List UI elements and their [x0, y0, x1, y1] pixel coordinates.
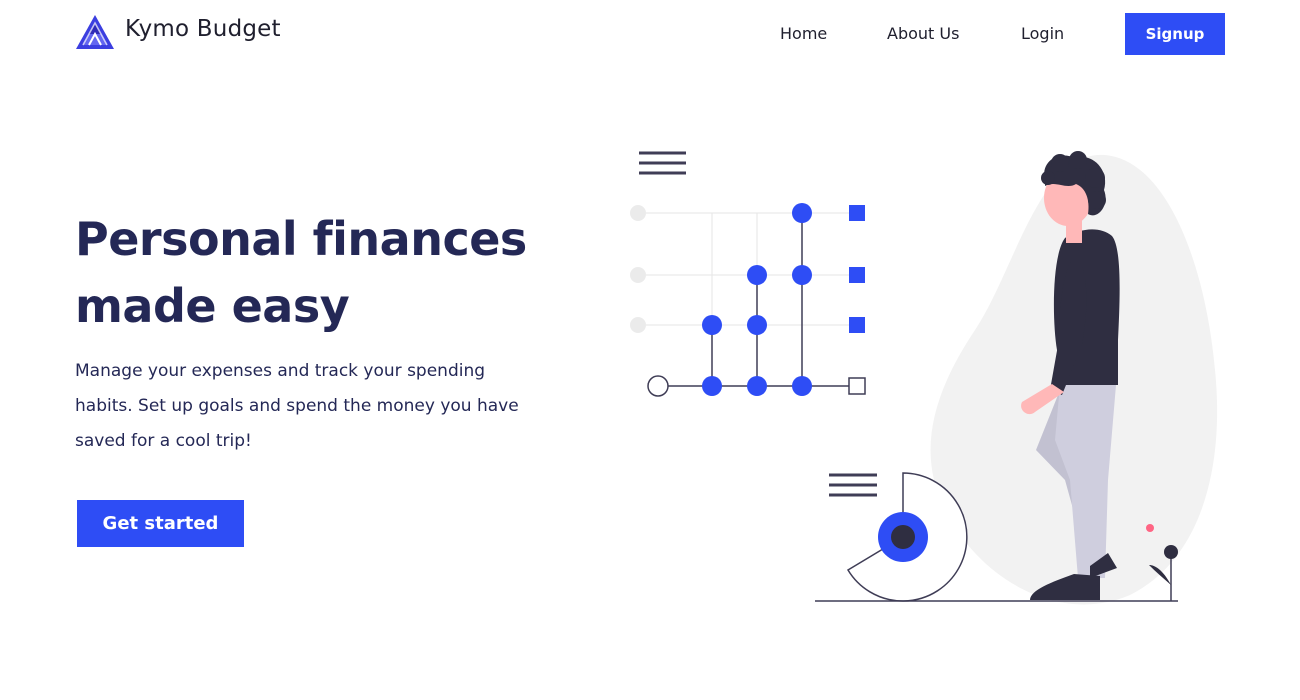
nav-login-link[interactable]: Login — [1021, 24, 1064, 44]
menu-lines-icon-top — [639, 151, 686, 175]
signup-button[interactable]: Signup — [1125, 13, 1225, 55]
nav-about-link[interactable]: About Us — [887, 24, 959, 44]
person-with-charts-illustration — [630, 151, 1218, 605]
nav-home-link[interactable]: Home — [780, 24, 827, 44]
brand-name: Kymo Budget — [125, 15, 281, 42]
hero-title-line1: Personal finances — [75, 212, 527, 266]
hero-title: Personal finances made easy — [75, 206, 595, 340]
brand-link[interactable]: Kymo Budget — [75, 14, 281, 50]
chart-grid — [638, 212, 857, 386]
triangle-logo-icon — [76, 15, 114, 49]
get-started-button[interactable]: Get started — [77, 500, 244, 547]
chart-grey-dots — [630, 205, 646, 333]
hero-title-line2: made easy — [75, 279, 350, 333]
hero-description: Manage your expenses and track your spen… — [75, 361, 519, 451]
chart-blue-squares — [849, 205, 865, 333]
landing-page: Kymo Budget Home About Us Login Signup P… — [0, 0, 1300, 700]
site-header: Kymo Budget Home About Us Login Signup — [0, 0, 1300, 70]
chart-start-node — [647, 375, 669, 397]
menu-lines-icon-bottom — [829, 473, 877, 497]
pie-center-dot — [891, 525, 915, 549]
chart-end-node — [848, 377, 866, 395]
